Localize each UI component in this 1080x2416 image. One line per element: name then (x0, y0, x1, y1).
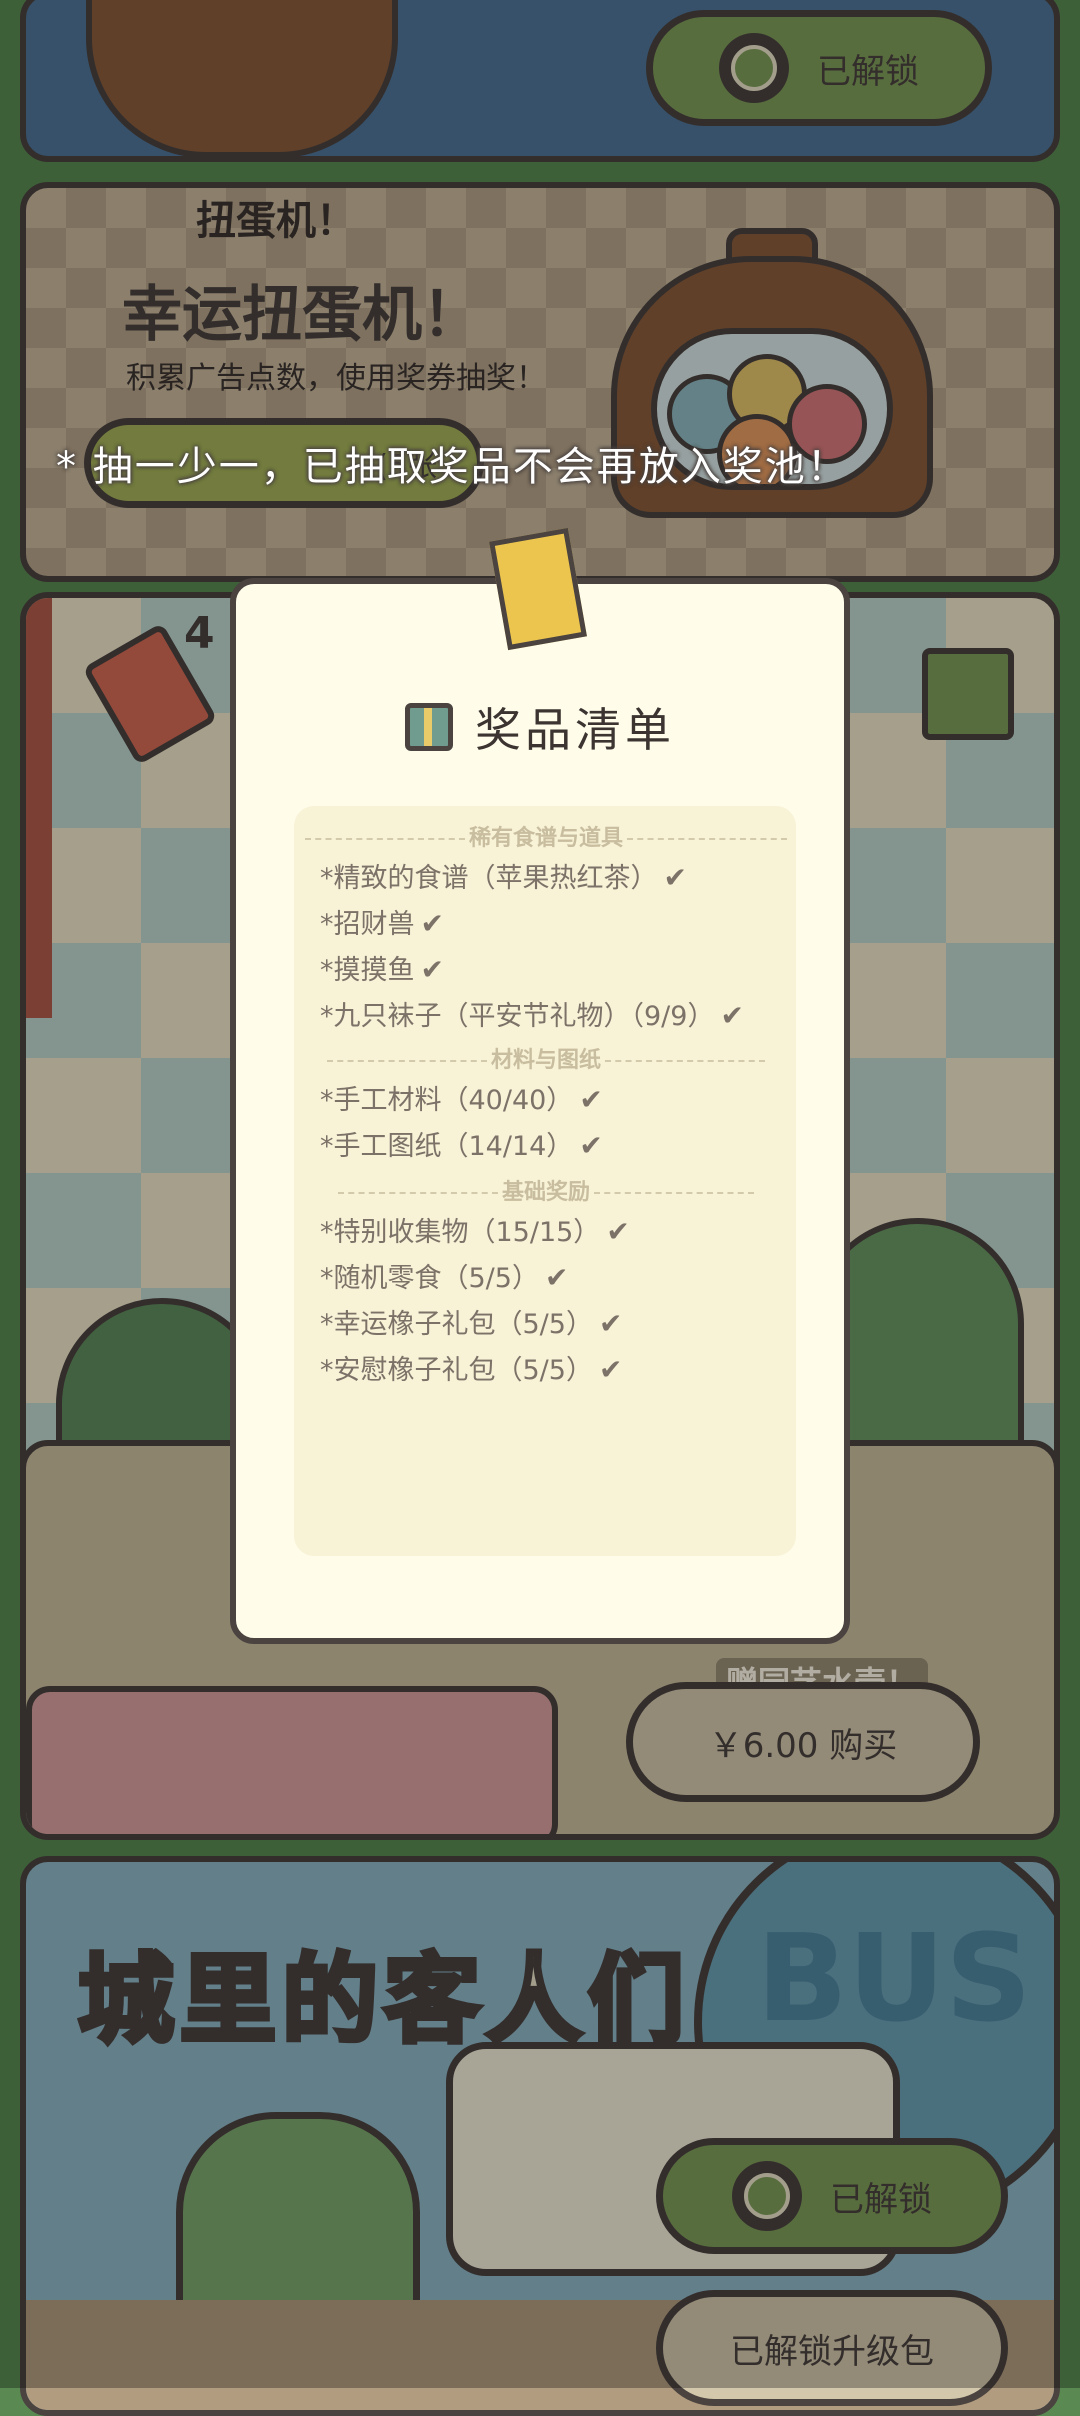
check-icon: ✔ (420, 907, 444, 940)
check-icon: ✔ (663, 861, 687, 894)
check-icon: ✔ (420, 953, 444, 986)
gacha-machine-illustration (611, 228, 933, 576)
prize-item: *随机零食（5/5） ✔ (320, 1261, 569, 1294)
upgrade-label: 已解锁升级包 (730, 2331, 934, 2372)
prize-item: *安慰橡子礼包（5/5） ✔ (320, 1353, 623, 1386)
section-title: 材料与图纸 (490, 1048, 601, 1073)
section-header: 基础奖励 (298, 1174, 794, 1206)
unlocked-label: 已解锁 (817, 51, 919, 92)
gacha-title: 幸运扭蛋机！ (122, 280, 482, 350)
gacha-notice: * 抽一少一，已抽取奖品不会再放入奖池！ (56, 444, 849, 490)
prize-item: *摸摸鱼 ✔ (320, 953, 444, 986)
check-icon: ✔ (606, 1215, 630, 1248)
gacha-tag: 扭蛋机！ (196, 198, 356, 244)
gacha-subtitle: 积累广告点数，使用奖券抽奖！ (126, 361, 546, 396)
city-unlocked-label: 已解锁 (830, 2179, 932, 2220)
prize-item: *手工图纸（14/14） ✔ (320, 1129, 603, 1162)
section-header: 稀有食谱与道具 (298, 820, 794, 852)
price-label: ￥6.00 购买 (708, 1725, 898, 1766)
gacha-card[interactable]: 扭蛋机！ 幸运扭蛋机！ 积累广告点数，使用奖券抽奖！ (5张 (20, 182, 1060, 582)
prize-item: *特别收集物（15/15） ✔ (320, 1215, 630, 1248)
prize-item: *幸运橡子礼包（5/5） ✔ (320, 1307, 623, 1340)
city-unlocked-button[interactable]: 已解锁 (656, 2138, 1008, 2254)
mystery-gift-icon (922, 648, 1014, 740)
top-pack-card: 已解锁 (20, 0, 1060, 162)
city-guests-card[interactable]: BUS 城里的客人们 已解锁 已解锁升级包 (20, 1856, 1060, 2416)
upgrade-pack-button[interactable]: 已解锁升级包 (656, 2290, 1008, 2406)
check-icon: ✔ (579, 1129, 603, 1162)
unlocked-button[interactable]: 已解锁 (646, 10, 992, 126)
check-icon: ✔ (598, 1307, 623, 1340)
check-icon (719, 33, 789, 103)
red-side-strip (26, 598, 52, 1018)
city-guests-title: 城里的客人们 (76, 1942, 690, 2059)
buy-button[interactable]: ￥6.00 购买 (626, 1682, 980, 1802)
section-title: 稀有食谱与道具 (468, 826, 623, 851)
prize-list-title: 奖品清单 (475, 703, 675, 757)
prize-item: *手工材料（40/40） ✔ (320, 1083, 603, 1116)
check-icon: ✔ (544, 1261, 569, 1294)
section-title: 基础奖励 (501, 1180, 590, 1205)
check-icon (732, 2161, 802, 2231)
check-icon: ✔ (720, 999, 744, 1032)
ticket-count: 4 (184, 608, 215, 659)
gift-icon (405, 703, 453, 751)
prize-item: *精致的食谱（苹果热红茶） ✔ (320, 861, 687, 894)
check-icon: ✔ (598, 1353, 623, 1386)
prize-list-panel: 奖品清单 稀有食谱与道具 *精致的食谱（苹果热红茶） ✔ *招财兽 ✔ *摸摸鱼 ✔ … (230, 527, 850, 1644)
bus-sign-text: BUS (756, 1910, 1032, 2049)
picnic-table-illustration (26, 1686, 558, 1834)
prize-item: *九只袜子（平安节礼物）（9/9） ✔ (320, 999, 744, 1032)
check-icon: ✔ (579, 1083, 603, 1116)
brown-creature-illustration (86, 0, 398, 156)
prize-item: *招财兽 ✔ (320, 907, 444, 940)
section-header: 材料与图纸 (298, 1042, 794, 1074)
